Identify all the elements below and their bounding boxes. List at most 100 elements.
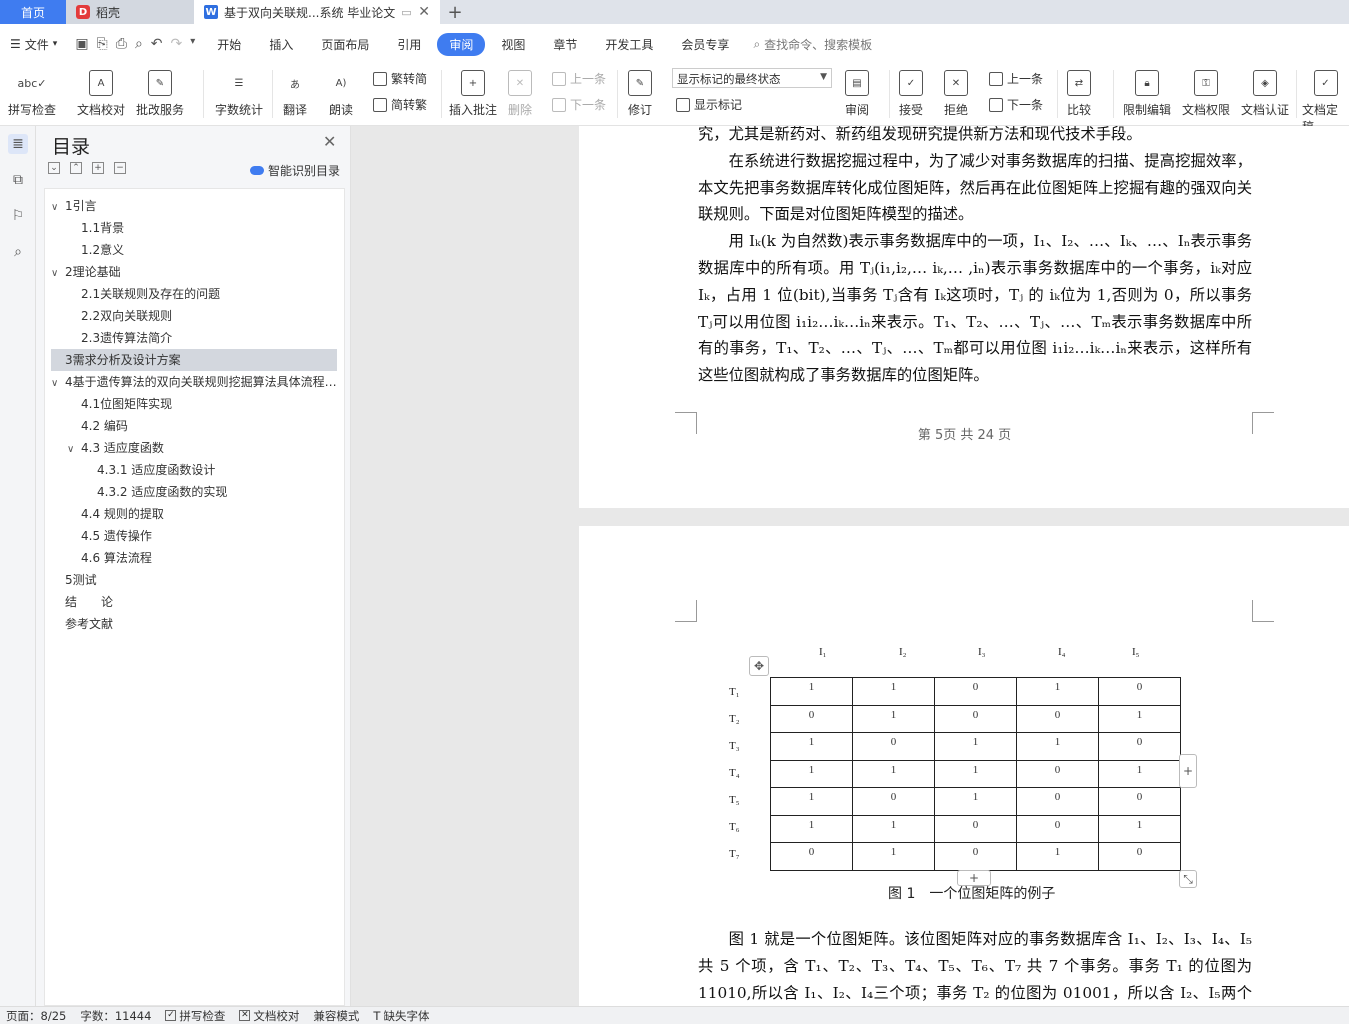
smart-toc-button[interactable]: 智能识别目录 [250,162,340,179]
table-cell[interactable]: 0 [852,732,935,761]
chevron-down-icon[interactable]: ∨ [51,373,65,393]
toc-item[interactable]: ∨ 4基于遗传算法的双向关联规则挖掘算法具体流程设计 [51,371,337,393]
table-cell[interactable]: 1 [934,732,1017,761]
table-cell[interactable]: 1 [934,759,1017,788]
menu-item-developer[interactable]: 开发工具 [593,33,665,56]
toc-item[interactable]: 2.1关联规则及存在的问题 [51,283,337,305]
table-cell[interactable]: 1 [770,787,853,816]
toc-item[interactable]: 4.1位图矩阵实现 [51,393,337,415]
chapter-nav-icon[interactable]: ⧉ [8,170,28,190]
table-cell[interactable]: 1 [852,759,935,788]
table-cell[interactable]: 1 [852,677,935,706]
close-icon[interactable]: ✕ [418,4,430,20]
chevron-down-icon[interactable]: ∨ [51,197,65,217]
table-cell[interactable]: 0 [934,814,1017,843]
tab-daoke[interactable]: D 稻壳 [66,0,194,24]
simp-to-trad-button[interactable]: 简转繁 [373,96,427,113]
prev-comment-button[interactable]: 上一条 [552,70,606,87]
menu-item-references[interactable]: 引用 [385,33,433,56]
body-text[interactable]: 图 1 就是一个位图矩阵。该位图矩阵对应的事务数据库含 I₁、I₂、I₃、I₄、… [698,926,1252,1006]
resize-table-icon[interactable]: ⤡ [1179,870,1197,888]
markup-state-select[interactable]: 显示标记的最终状态 ▼ [672,68,832,88]
table-cell[interactable]: 0 [1098,842,1181,871]
redo-icon[interactable]: ↷ [171,36,183,52]
collapse-all-icon[interactable]: ⌃ [70,162,82,174]
export-icon[interactable]: ⎘ [97,36,108,52]
spellcheck-toggle[interactable]: ✓ 拼写检查 [165,1008,225,1024]
preview-icon[interactable]: ⌕ [135,36,143,52]
table-cell[interactable]: 0 [1098,677,1181,706]
table-cell[interactable]: 0 [1016,704,1099,733]
toc-item[interactable]: 5测试 [51,569,337,591]
wordcount-button[interactable]: ☰ 字数统计 [215,70,263,118]
proofread-toggle[interactable]: ✕ 文档校对 [239,1008,299,1024]
page-indicator[interactable]: 页面：8/25 [6,1008,66,1024]
toc-item[interactable]: 参考文献 [51,613,337,635]
delete-comment-button[interactable]: ✕ 删除 [508,70,532,118]
insert-comment-button[interactable]: + 插入批注 [449,70,497,118]
table-cell[interactable]: 1 [1098,759,1181,788]
show-markup-button[interactable]: 显示标记 [676,96,742,113]
table-cell[interactable]: 0 [934,677,1017,706]
restrict-edit-button[interactable]: 🔒︎ 限制编辑 [1123,70,1171,118]
toc-item[interactable]: 4.6 算法流程 [51,547,337,569]
menu-item-section[interactable]: 章节 [541,33,589,56]
add-heading-icon[interactable]: + [92,162,104,174]
reject-button[interactable]: ✕ 拒绝 [944,70,968,118]
grading-button[interactable]: ✎ 批改服务 [136,70,184,118]
toc-item[interactable]: 1.1背景 [51,217,337,239]
table-cell[interactable]: 0 [1098,787,1181,816]
toc-item[interactable]: 4.4 规则的提取 [51,503,337,525]
permission-button[interactable]: ⚿ 文档权限 [1182,70,1230,118]
table-cell[interactable]: 0 [934,842,1017,871]
menu-item-view[interactable]: 视图 [489,33,537,56]
table-cell[interactable]: 1 [770,814,853,843]
toc-item[interactable]: 结 论 [51,591,337,613]
table-cell[interactable]: 0 [934,704,1017,733]
compare-button[interactable]: ⇄ 比较 [1067,70,1091,118]
toc-item[interactable]: ∨ 4.3 适应度函数 [51,437,337,459]
accept-button[interactable]: ✓ 接受 [899,70,923,118]
bitmap-table[interactable]: 11010010011011011101101001100101010 [770,677,1181,871]
trad-to-simp-button[interactable]: 繁转简 [373,70,427,87]
toc-item[interactable]: 4.2 编码 [51,415,337,437]
menu-item-member[interactable]: 会员专享 [669,33,741,56]
table-cell[interactable]: 0 [852,787,935,816]
toc-item[interactable]: 4.5 遗传操作 [51,525,337,547]
toc-item[interactable]: ∨ 1引言 [51,195,337,217]
word-count[interactable]: 字数：11444 [80,1008,151,1024]
new-tab-button[interactable]: + [440,0,470,24]
toc-item[interactable]: 4.3.2 适应度函数的实现 [51,481,337,503]
table-cell[interactable]: 1 [852,842,935,871]
table-cell[interactable]: 0 [1016,787,1099,816]
chevron-down-icon[interactable]: ∨ [51,263,65,283]
menu-item-review[interactable]: 审阅 [437,32,486,56]
more-icon[interactable]: ▾ [190,36,195,52]
save-icon[interactable]: ▣ [75,36,88,52]
table-cell[interactable]: 0 [770,842,853,871]
command-search[interactable]: ⌕ 查找命令、搜索模板 [753,36,872,53]
tab-document[interactable]: W 基于双向关联规...系统 毕业论文 ▭ ✕ [194,0,440,24]
table-cell[interactable]: 1 [852,704,935,733]
next-comment-button[interactable]: 下一条 [552,96,606,113]
translate-button[interactable]: あ 翻译 [283,70,307,118]
toc-item[interactable]: 4.3.1 适应度函数设计 [51,459,337,481]
prev-change-button[interactable]: 上一条 [989,70,1043,87]
revise-button[interactable]: ✎ 修订 [628,70,652,118]
expand-all-icon[interactable]: ⌄ [48,162,60,174]
toc-item[interactable]: 2.2双向关联规则 [51,305,337,327]
undo-icon[interactable]: ↶ [151,36,163,52]
table-cell[interactable]: 1 [770,677,853,706]
toc-item[interactable]: 2.3遗传算法简介 [51,327,337,349]
print-icon[interactable]: ⎙ [116,36,127,52]
table-cell[interactable]: 0 [1016,759,1099,788]
table-cell[interactable]: 1 [1016,732,1099,761]
menu-item-start[interactable]: 开始 [205,33,253,56]
menu-item-insert[interactable]: 插入 [257,33,305,56]
table-cell[interactable]: 1 [1016,677,1099,706]
table-cell[interactable]: 1 [1098,814,1181,843]
search-icon[interactable]: ⌕ [8,242,28,262]
table-cell[interactable]: 0 [1016,814,1099,843]
tab-home[interactable]: 首页 [0,0,66,24]
table-cell[interactable]: 1 [770,759,853,788]
